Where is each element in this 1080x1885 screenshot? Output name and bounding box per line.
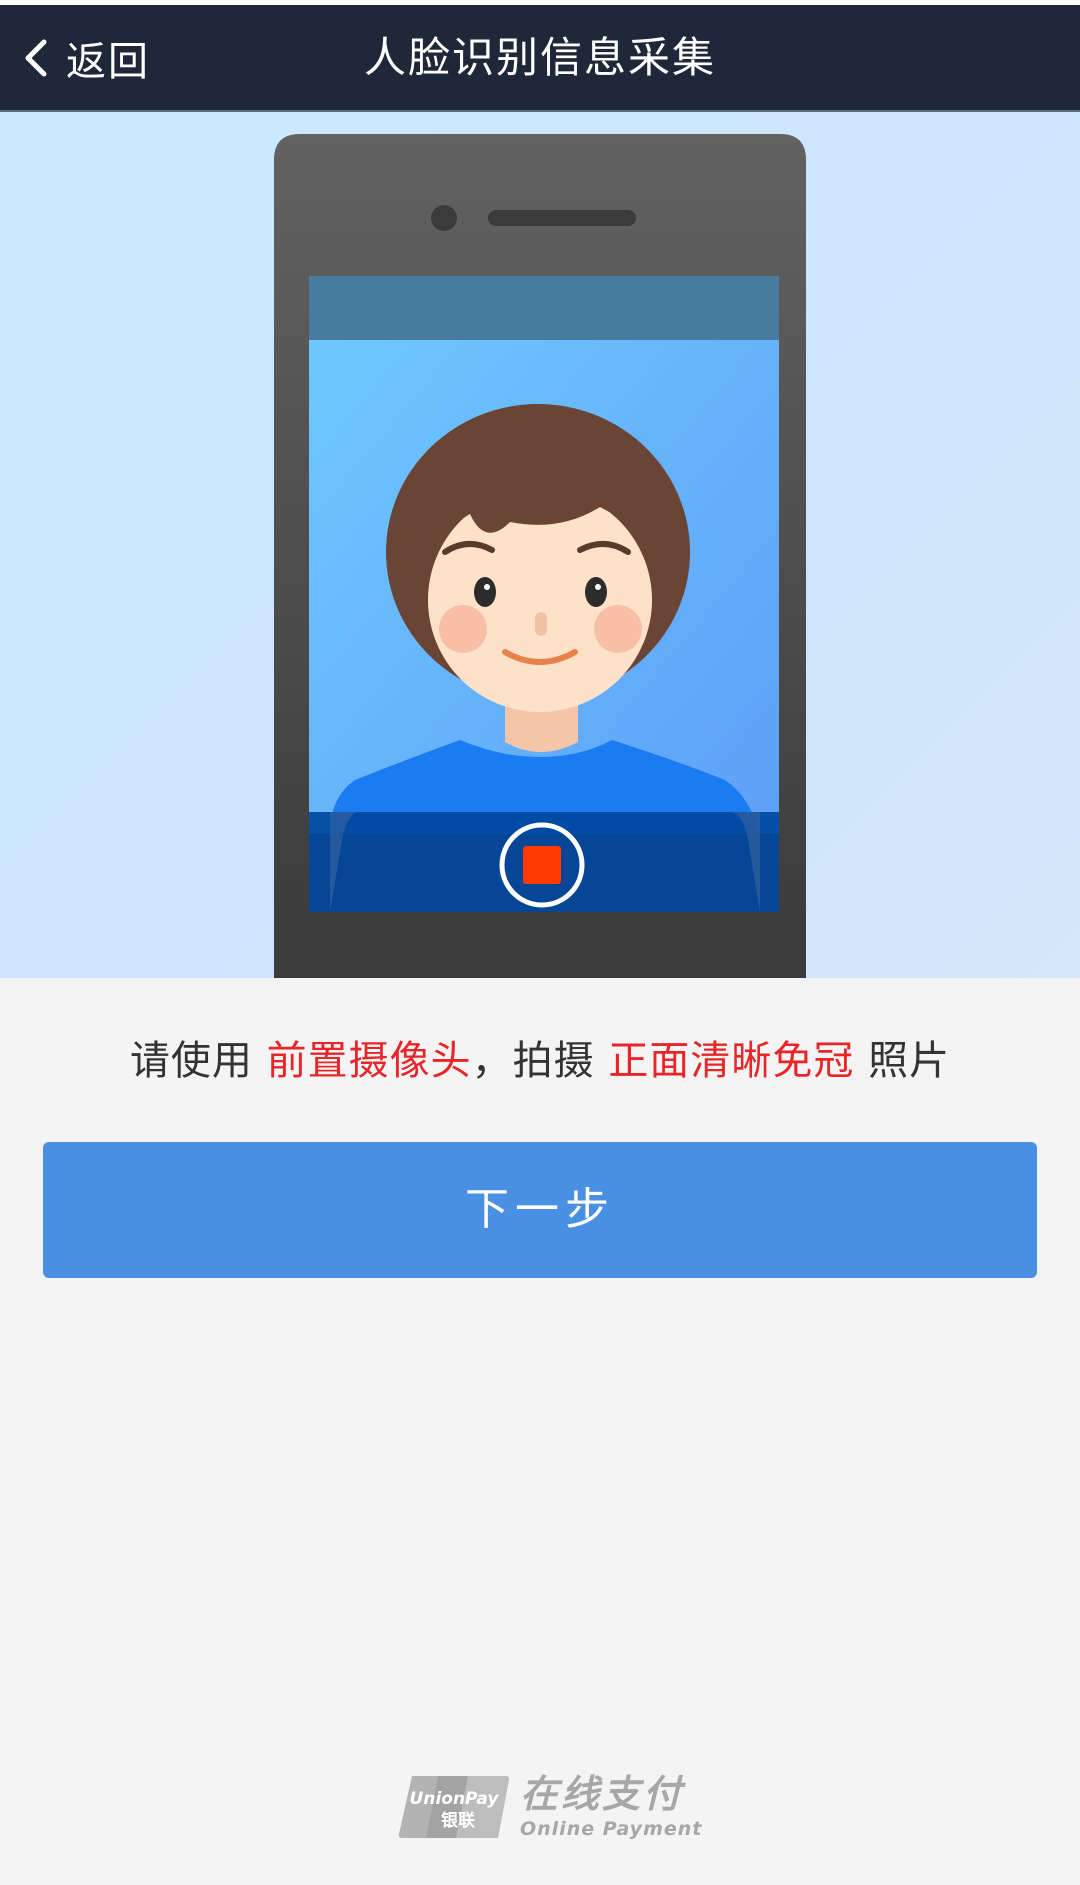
footer-logo-cn: 在线支付 <box>520 1772 685 1816</box>
screen-top-bar <box>309 276 779 340</box>
nose <box>535 612 547 636</box>
logo-badge-cn: 银联 <box>441 1810 475 1831</box>
front-camera <box>431 205 457 231</box>
next-step-button[interactable]: 下一步 <box>43 1142 1037 1278</box>
top-navbar: 返回 人脸识别信息采集 <box>0 0 1080 112</box>
instruction-text-3: 照片 <box>854 1038 951 1084</box>
instruction-highlight-clear-photo: 正面清晰免冠 <box>608 1038 855 1084</box>
capture-instruction: 请使用 前置摄像头，拍摄 正面清晰免冠 照片 <box>0 1028 1080 1086</box>
page-title: 人脸识别信息采集 <box>363 33 716 82</box>
instruction-text-2: ，拍摄 <box>471 1038 609 1084</box>
right-cheek <box>594 605 642 653</box>
logo-badge-en: UnionPay <box>410 1789 500 1809</box>
face-capture-illustration <box>0 112 1080 978</box>
instruction-highlight-front-camera: 前置摄像头 <box>266 1038 472 1084</box>
speaker-grill <box>488 210 636 226</box>
phone-bottom-bezel <box>274 912 806 978</box>
unionpay-logo-icon: UnionPay 银联 <box>398 1776 510 1838</box>
left-cheek <box>439 605 487 653</box>
right-eye <box>585 577 607 607</box>
instruction-text-1: 请使用 <box>129 1038 267 1084</box>
unionpay-online-payment-logo: UnionPay 银联 在线支付 Online Payment <box>398 1772 702 1842</box>
phone-selfie-illustration <box>274 134 806 978</box>
footer-logo-en: Online Payment <box>520 1818 703 1840</box>
left-eye <box>474 577 496 607</box>
face-collection-screen: 返回 人脸识别信息采集 请使用 前置摄像头，拍摄 正面清晰免冠 照片 下一步 U… <box>0 0 1080 1885</box>
